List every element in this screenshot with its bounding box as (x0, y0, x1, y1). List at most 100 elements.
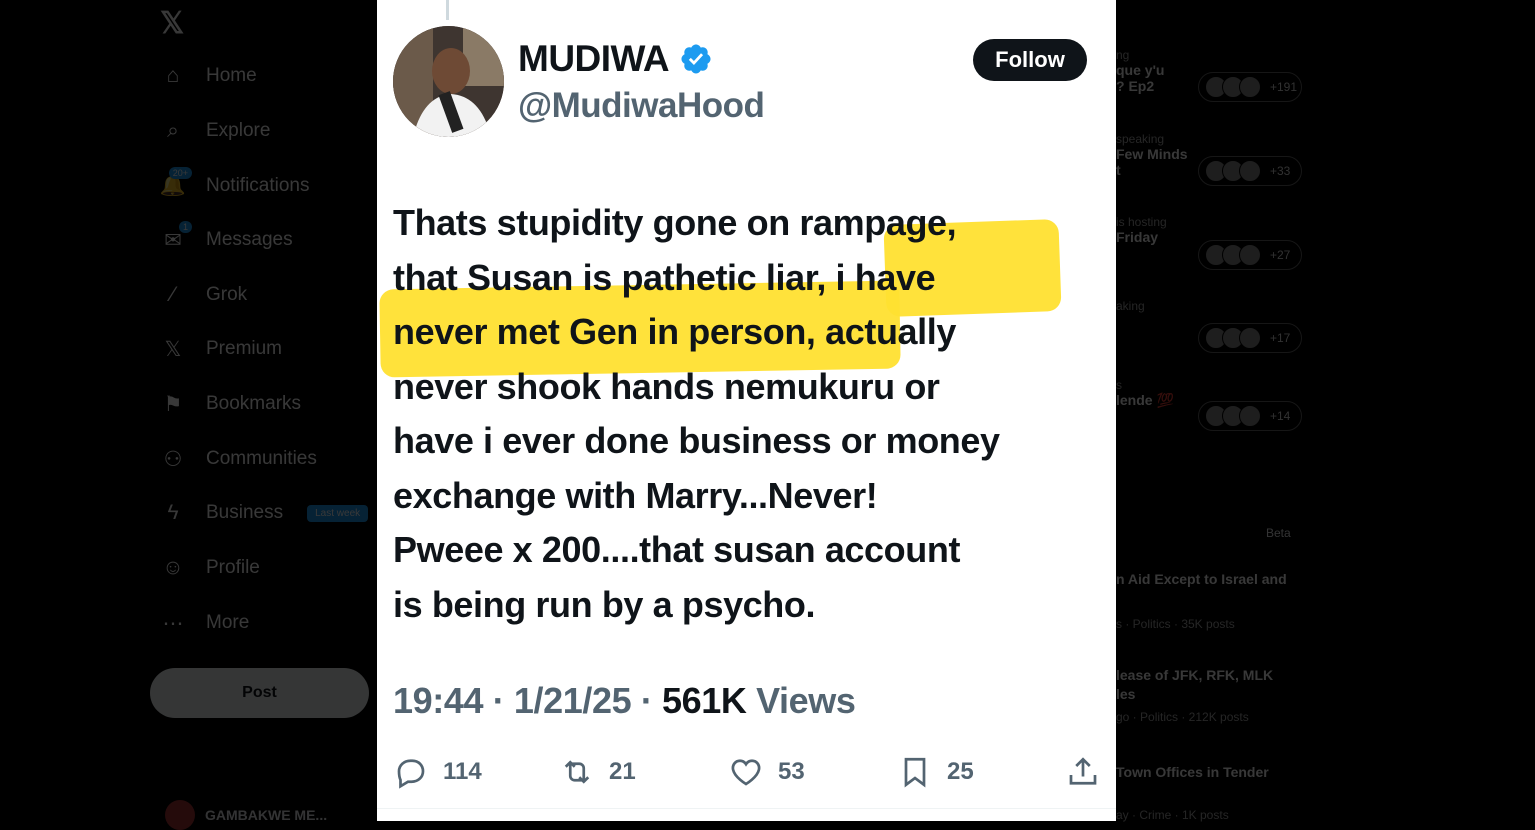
like-button[interactable]: 53 (728, 754, 805, 790)
repost-button[interactable]: 21 (559, 754, 636, 790)
trend-meta: ay · Crime · 1K posts (1116, 808, 1229, 822)
nav-item-business[interactable]: ϟ Business Last week (160, 493, 369, 533)
bookmark-count: 25 (947, 758, 974, 785)
nav-item-grok[interactable]: ⁄ Grok (160, 275, 247, 315)
space-listeners[interactable]: +17 (1198, 323, 1302, 353)
beta-label: Beta (1266, 526, 1291, 540)
nav-item-home[interactable]: ⌂ Home (160, 56, 257, 96)
listener-avatar (1239, 244, 1261, 266)
space-meta: speaking (1116, 132, 1165, 146)
nav-item-messages[interactable]: ✉ 1 Messages (160, 220, 293, 260)
trend-title: Town Offices in Tender (1116, 764, 1269, 780)
space-meta: is hosting (1116, 215, 1167, 229)
tweet-text-line: Thats stupidity gone on rampage, (393, 202, 957, 243)
space-listeners[interactable]: +191 (1198, 72, 1302, 102)
separator-dot: · (640, 680, 653, 721)
people-icon: ⚇ (163, 447, 183, 471)
listener-count: +191 (1270, 80, 1298, 94)
verified-badge-icon (681, 44, 711, 74)
tweet-text-line: have i ever done business or money (393, 420, 1000, 461)
tweet-text-line: that Susan is pathetic liar, i have (393, 256, 936, 298)
nav-item-communities[interactable]: ⚇ Communities (160, 439, 317, 479)
tweet-time[interactable]: 19:44 (393, 680, 483, 721)
space-listeners[interactable]: +14 (1198, 401, 1302, 431)
follow-button[interactable]: Follow (973, 39, 1087, 81)
bell-icon: 🔔 20+ (160, 167, 192, 199)
nav-item-explore[interactable]: ⌕ Explore (160, 111, 270, 151)
share-icon (1069, 757, 1097, 785)
nav-item-label: Notifications (206, 175, 310, 196)
tweet-text-line: exchange with Marry...Never! (393, 474, 878, 516)
repost-icon (564, 760, 590, 784)
bookmark-icon (904, 757, 926, 788)
space-listeners[interactable]: +27 (1198, 240, 1302, 270)
share-button[interactable] (1065, 754, 1101, 790)
grok-icon: ⁄ (171, 283, 175, 306)
nav-item-more[interactable]: ⋯ More (160, 603, 250, 643)
nav-item-label: Explore (206, 120, 271, 141)
nav-item-premium[interactable]: 𝕏 Premium (160, 329, 282, 369)
listener-avatar (1239, 327, 1261, 349)
lightning-icon: ϟ (167, 501, 179, 524)
avatar-photo (393, 26, 504, 137)
bookmark-button[interactable]: 25 (897, 754, 974, 790)
thread-line (446, 0, 449, 20)
author-name[interactable]: MUDIWA (518, 38, 670, 80)
space-item[interactable]: aking (1116, 299, 1316, 313)
listener-avatar (1239, 160, 1261, 182)
nav-item-notifications[interactable]: 🔔 20+ Notifications (160, 166, 310, 206)
notification-badge: 20+ (168, 167, 192, 179)
message-badge: 1 (178, 221, 192, 233)
left-navigation: 𝕏 ⌂ Home ⌕ Explore 🔔 20+ Notifications ✉ 1… (0, 0, 376, 830)
listener-count: +14 (1270, 409, 1291, 423)
like-count: 53 (778, 758, 805, 785)
author-name-row[interactable]: MUDIWA (518, 38, 713, 80)
listener-count: +17 (1270, 331, 1291, 345)
nav-item-bookmarks[interactable]: ⚑ Bookmarks (160, 384, 301, 424)
trend-title: lease of JFK, RFK, MLK les (1116, 667, 1274, 702)
avatar (165, 800, 195, 830)
tweet-meta: 19:44 · 1/21/25 · 561K Views (393, 680, 856, 722)
separator-dot: · (492, 680, 505, 721)
listener-count: +27 (1270, 248, 1291, 262)
person-icon: ☺ (162, 556, 184, 579)
space-listeners[interactable]: +33 (1198, 156, 1302, 186)
divider (377, 808, 1116, 809)
tweet-text-line: never met Gen in person, actually (393, 311, 956, 352)
post-button[interactable]: Post (150, 668, 369, 718)
nav-item-label: Profile (206, 557, 260, 578)
trend-item[interactable]: lease of JFK, RFK, MLK les go · Politics… (1116, 666, 1306, 724)
mail-icon: ✉ 1 (160, 221, 192, 253)
bookmark-icon: ⚑ (163, 392, 183, 416)
nav-item-label: Messages (206, 229, 293, 250)
listener-count: +33 (1270, 164, 1291, 178)
views-label: Views (756, 680, 856, 721)
trend-title: n Aid Except to Israel and (1116, 571, 1287, 587)
nav-item-label: More (206, 612, 250, 633)
x-logo-icon[interactable]: 𝕏 (160, 6, 184, 41)
nav-item-label: Bookmarks (206, 393, 302, 414)
avatar[interactable] (393, 26, 504, 137)
author-handle[interactable]: @MudiwaHood (518, 86, 765, 126)
last-week-tag: Last week (307, 504, 369, 522)
listener-avatar (1239, 405, 1261, 427)
reply-count: 114 (443, 758, 482, 785)
trend-item[interactable]: Town Offices in Tender ay · Crime · 1K p… (1116, 763, 1306, 822)
nav-item-label: Communities (206, 448, 317, 469)
nav-item-label: Business (206, 502, 284, 523)
tweet-date[interactable]: 1/21/25 (514, 680, 632, 721)
account-switcher[interactable]: GAMBAKWE ME... (165, 800, 327, 830)
nav-item-profile[interactable]: ☺ Profile (160, 548, 260, 588)
tweet-actions: 114 21 53 25 (393, 754, 1103, 800)
nav-item-label: Home (206, 65, 257, 86)
trend-item[interactable]: n Aid Except to Israel and s · Politics … (1116, 570, 1306, 631)
views-count: 561K (662, 680, 747, 721)
tweet-text-line: is being run by a psycho. (393, 583, 816, 625)
trend-meta: go · Politics · 212K posts (1116, 710, 1249, 724)
tweet-text: Thats stupidity gone on rampage, that Su… (393, 196, 1108, 632)
space-meta: ng (1116, 48, 1130, 62)
space-meta: aking (1116, 299, 1145, 313)
reply-button[interactable]: 114 (393, 754, 482, 790)
tweet-text-line: Pweee x 200....that susan account (393, 529, 961, 570)
nav-item-label: Premium (206, 338, 283, 359)
